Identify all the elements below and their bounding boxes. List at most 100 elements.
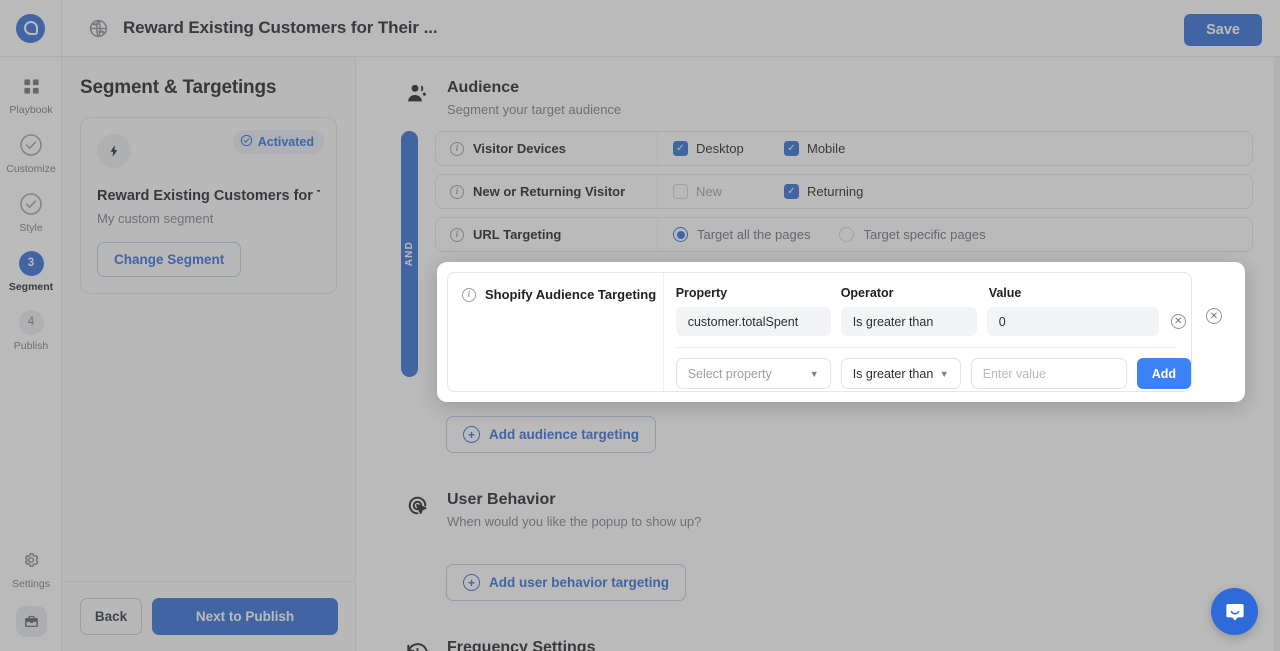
radio-label: Target all the pages [697, 227, 811, 242]
panel-footer: Back Next to Publish [62, 581, 356, 651]
page-scrollbar[interactable] [1274, 57, 1280, 651]
shopify-audience-targeting-card: i Shopify Audience Targeting Property Op… [447, 272, 1192, 392]
status-badge: Activated [232, 130, 324, 154]
step-number-4: 4 [18, 309, 44, 335]
table-row: i URL Targeting Target all the pages Tar… [435, 217, 1253, 252]
globe-icon [87, 17, 109, 39]
add-audience-targeting-label: Add audience targeting [489, 427, 640, 442]
row-label-cell: i Visitor Devices [436, 132, 658, 165]
briefcase-icon[interactable] [15, 606, 47, 637]
rail-bottom-group: Settings [0, 547, 62, 637]
sidebar-label-customize: Customize [6, 163, 56, 175]
add-audience-targeting-button[interactable]: + Add audience targeting [446, 416, 657, 453]
checkbox-label: Desktop [696, 141, 744, 156]
shopify-row-label: Shopify Audience Targeting [485, 287, 657, 302]
checkbox-new[interactable]: New [673, 184, 784, 199]
add-audience-targeting-wrap: + Add audience targeting [446, 416, 1253, 453]
back-button[interactable]: Back [80, 598, 142, 635]
checkbox-label: Mobile [807, 141, 846, 156]
column-header-property: Property [675, 286, 728, 300]
sidebar-label-playbook: Playbook [9, 104, 53, 116]
app-root: Reward Existing Customers for Their ... … [0, 0, 1280, 651]
sidebar-item-settings[interactable]: Settings [0, 547, 62, 590]
next-to-publish-button[interactable]: Next to Publish [152, 598, 338, 635]
sidebar-item-segment[interactable]: 3 Segment [0, 234, 62, 293]
sidebar-item-customize[interactable]: Customize [0, 116, 62, 175]
checkbox-box[interactable]: ✓ [784, 141, 799, 156]
add-condition-button[interactable]: Add [1136, 358, 1191, 389]
checkbox-desktop[interactable]: ✓ Desktop [673, 141, 784, 156]
radio-button[interactable] [839, 227, 855, 242]
sidebar-label-publish: Publish [13, 340, 49, 352]
save-button[interactable]: Save [1184, 14, 1262, 46]
checkbox-returning[interactable]: ✓ Returning [784, 184, 895, 199]
bolt-icon [97, 134, 131, 168]
property-select[interactable]: Select property ▼ [675, 358, 831, 389]
change-segment-button[interactable]: Change Segment [97, 242, 242, 277]
existing-value-field: 0 [986, 307, 1159, 336]
clock-history-icon [405, 641, 431, 651]
audience-section-header: Audience Segment your target audience [383, 57, 1253, 117]
step-number-3: 3 [18, 250, 44, 276]
shopify-conditions: Property Operator Value customer.totalSp… [664, 273, 1191, 391]
check-circle-icon [18, 191, 44, 217]
plus-circle-icon: + [463, 574, 480, 591]
value-input-placeholder: Enter value [982, 366, 1046, 381]
sidebar-label-settings: Settings [12, 578, 50, 590]
sidebar-item-publish[interactable]: 4 Publish [0, 293, 62, 352]
sidebar-item-playbook[interactable]: Playbook [0, 57, 62, 116]
checkbox-box[interactable] [673, 184, 688, 199]
table-row: i New or Returning Visitor New ✓ Returni… [435, 174, 1253, 209]
row-label-cell: i New or Returning Visitor [436, 175, 658, 208]
segment-subtitle: My custom segment [97, 211, 214, 226]
existing-operator-field: Is greater than [840, 307, 977, 336]
info-icon[interactable]: i [450, 184, 464, 199]
checkbox-box[interactable]: ✓ [784, 184, 799, 199]
page-title: Segment & Targetings [80, 77, 277, 98]
chevron-down-icon: ▼ [809, 368, 819, 379]
plus-circle-icon: + [463, 426, 480, 443]
operator-select[interactable]: Is greater than ▼ [840, 358, 961, 389]
segment-name: Reward Existing Customers for Th... [97, 188, 320, 204]
left-rail: Playbook Customize Style 3 Segment 4 Pub… [0, 57, 62, 651]
row-label: Visitor Devices [473, 141, 566, 156]
row-label: New or Returning Visitor [473, 184, 626, 199]
checkbox-box[interactable]: ✓ [673, 141, 688, 156]
condition-column-headers: Property Operator Value [676, 286, 1191, 300]
top-bar: Reward Existing Customers for Their ... … [0, 0, 1280, 57]
column-header-value: Value [988, 286, 1022, 300]
add-user-behavior-targeting-button[interactable]: + Add user behavior targeting [446, 564, 687, 601]
radio-target-all-pages[interactable]: Target all the pages [673, 227, 810, 242]
chat-bubble-icon[interactable] [1211, 588, 1258, 635]
user-behavior-title: User Behavior [447, 491, 556, 508]
frequency-section-header: Frequency Settings When would you like t… [383, 601, 1253, 651]
brand-logo-icon [16, 13, 45, 43]
radio-target-specific-pages[interactable]: Target specific pages [839, 227, 986, 242]
sidebar-item-style[interactable]: Style [0, 175, 62, 234]
info-icon[interactable]: i [462, 288, 476, 302]
check-circle-icon [18, 132, 44, 158]
segment-card: Activated Reward Existing Customers for … [80, 117, 337, 294]
shopify-audience-targeting-spotlight: i Shopify Audience Targeting Property Op… [437, 262, 1245, 402]
checkbox-mobile[interactable]: ✓ Mobile [784, 141, 895, 156]
document-title: Reward Existing Customers for Their ... [123, 18, 438, 37]
check-circle-icon [240, 134, 253, 150]
info-icon[interactable]: i [450, 141, 464, 156]
row-options: Target all the pages Target specific pag… [658, 227, 1252, 242]
remove-shopify-block-icon[interactable]: ✕ [1206, 308, 1222, 324]
and-connector: AND [401, 131, 418, 377]
app-logo[interactable] [0, 0, 62, 56]
audience-icon [405, 81, 431, 107]
info-icon[interactable]: i [450, 227, 464, 242]
row-options: New ✓ Returning [658, 184, 1252, 199]
user-behavior-subtitle: When would you like the popup to show up… [447, 514, 702, 529]
property-select-placeholder: Select property [687, 366, 772, 381]
value-input[interactable]: Enter value [970, 358, 1127, 389]
frequency-title: Frequency Settings [447, 639, 596, 651]
user-behavior-section-header: User Behavior When would you like the po… [383, 453, 1253, 529]
radio-button[interactable] [673, 227, 688, 242]
add-user-behavior-wrap: + Add user behavior targeting [446, 564, 1253, 601]
shopify-label-cell: i Shopify Audience Targeting [448, 273, 664, 391]
remove-condition-icon[interactable]: ✕ [1170, 314, 1186, 329]
existing-property-field: customer.totalSpent [675, 307, 831, 336]
